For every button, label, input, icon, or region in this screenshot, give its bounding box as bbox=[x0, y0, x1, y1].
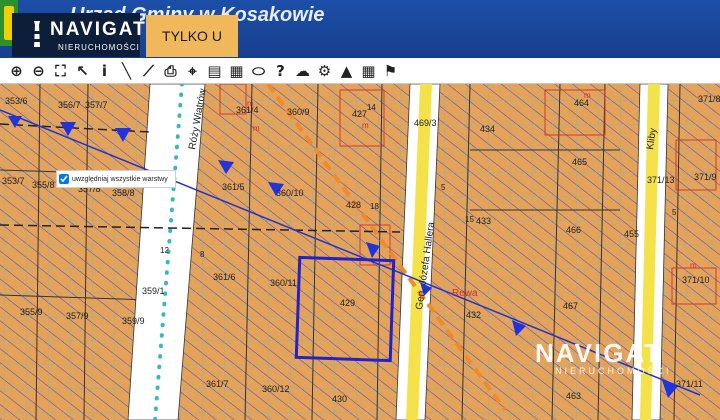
map-marker: m bbox=[690, 261, 697, 270]
parcel-label: 357/9 bbox=[66, 311, 89, 321]
parcel-label: 360/10 bbox=[276, 188, 304, 198]
map-marker: m bbox=[247, 99, 254, 108]
parcel-label: 427 bbox=[352, 109, 367, 119]
parcel-label: 434 bbox=[480, 124, 495, 134]
parcel-label: 355/9 bbox=[20, 307, 43, 317]
parcel-label: 371/11 bbox=[676, 379, 703, 389]
map-marker: 8 bbox=[200, 250, 205, 259]
map-marker: 5 bbox=[672, 208, 677, 217]
info-icon[interactable]: i bbox=[94, 61, 115, 81]
map-marker: m bbox=[362, 121, 369, 130]
map-marker: 12 bbox=[160, 246, 169, 255]
layout-icon[interactable]: ▦ bbox=[226, 61, 247, 81]
parcel-label: 360/9 bbox=[287, 107, 310, 117]
parcel-label: 371/8 bbox=[698, 94, 720, 104]
layers-icon[interactable]: ▤ bbox=[204, 61, 225, 81]
map-marker: 15 bbox=[465, 215, 474, 224]
cloud-icon[interactable]: ☁ bbox=[292, 61, 313, 81]
parcel-label: 359/9 bbox=[122, 316, 145, 326]
zoom-extent-icon[interactable]: ⛶ bbox=[50, 61, 71, 81]
streetview-icon[interactable]: ⚑ bbox=[380, 61, 401, 81]
parcel-label: 361/6 bbox=[213, 272, 236, 282]
parcel-label: 455 bbox=[624, 229, 639, 239]
parcel-label: 360/12 bbox=[262, 384, 290, 394]
parcel-label: 371/10 bbox=[682, 275, 710, 285]
watermark-brand: NAVIGAT bbox=[535, 338, 663, 368]
select-arrow-icon[interactable]: ↖ bbox=[72, 61, 93, 81]
parcel-label: 358/8 bbox=[112, 188, 135, 198]
parcel-label: 355/8 bbox=[32, 180, 55, 190]
print-icon[interactable]: ⎙ bbox=[160, 61, 181, 81]
help-icon[interactable]: ? bbox=[270, 61, 291, 81]
comment-icon[interactable]: ⬭ bbox=[248, 61, 269, 81]
parcel-label: 353/6 bbox=[5, 96, 28, 106]
parcel-label: 360/11 bbox=[270, 278, 297, 288]
rgb-icon[interactable]: ▲ bbox=[336, 61, 357, 81]
map-marker: 18 bbox=[370, 202, 379, 211]
measure-area-icon[interactable]: ⟋ bbox=[138, 61, 159, 81]
layer-panel-label: uwzględniaj wszystkie warstwy bbox=[72, 175, 168, 183]
zoom-in-icon[interactable]: ⊕ bbox=[6, 61, 27, 81]
parcel-label: 432 bbox=[466, 310, 481, 320]
parcel-label: 428 bbox=[346, 200, 361, 210]
logo-brand: NAVIGAT bbox=[50, 19, 147, 40]
parcel-label: 361/5 bbox=[222, 182, 245, 192]
parcel-label: 371/9 bbox=[694, 172, 717, 182]
measure-line-icon[interactable]: ╲ bbox=[116, 61, 137, 81]
parcel-label: 463 bbox=[566, 391, 581, 401]
parcel-label: 353/7 bbox=[2, 176, 25, 186]
parcel-label: 465 bbox=[572, 157, 587, 167]
lighthouse-icon bbox=[34, 21, 40, 47]
feature-label-rewa: Rewa bbox=[452, 288, 478, 299]
map-toolbar: ⊕ ⊖ ⛶ ↖ i ╲ ⟋ ⎙ ⌖ ▤ ▦ ⬭? ☁ ⚙ ▲ ▦ ⚑ bbox=[0, 58, 720, 84]
legend-icon[interactable]: ▦ bbox=[358, 61, 379, 81]
layer-panel: uwzględniaj wszystkie warstwy bbox=[56, 170, 176, 188]
logo-subtitle: NIERUCHOMOŚCI bbox=[58, 43, 140, 52]
map-marker: m bbox=[584, 91, 591, 100]
app-header: Urząd Gminy w Kosakowie NAVIGAT NIERUCHO… bbox=[0, 0, 720, 58]
watermark-subtitle: NIERUCHOMOŚCI bbox=[555, 366, 672, 376]
zoom-out-icon[interactable]: ⊖ bbox=[28, 61, 49, 81]
navigat-logo: NAVIGAT NIERUCHOMOŚCI bbox=[12, 13, 145, 57]
map-marker: m bbox=[253, 124, 260, 133]
settings-icon[interactable]: ⚙ bbox=[314, 61, 335, 81]
parcel-label: 356/7 bbox=[58, 100, 81, 110]
map-marker: 14 bbox=[367, 103, 376, 112]
parcel-label: 469/3 bbox=[414, 118, 437, 128]
parcel-label: 359/1 bbox=[142, 286, 165, 296]
parcel-label: 429 bbox=[340, 298, 355, 308]
parcel-label: 357/7 bbox=[85, 100, 108, 110]
exclusive-badge: TYLKO U NAS bbox=[146, 15, 238, 57]
parcel-label: 430 bbox=[332, 394, 347, 404]
identify-icon[interactable]: ⌖ bbox=[182, 61, 203, 81]
parcel-label: 467 bbox=[563, 301, 578, 311]
parcel-label: 466 bbox=[566, 225, 581, 235]
all-layers-checkbox[interactable] bbox=[59, 174, 69, 184]
map-marker: 5 bbox=[441, 183, 446, 192]
parcel-label: 433 bbox=[476, 216, 491, 226]
parcel-label: 371/13 bbox=[647, 175, 675, 185]
parcel-label: 361/7 bbox=[206, 379, 229, 389]
